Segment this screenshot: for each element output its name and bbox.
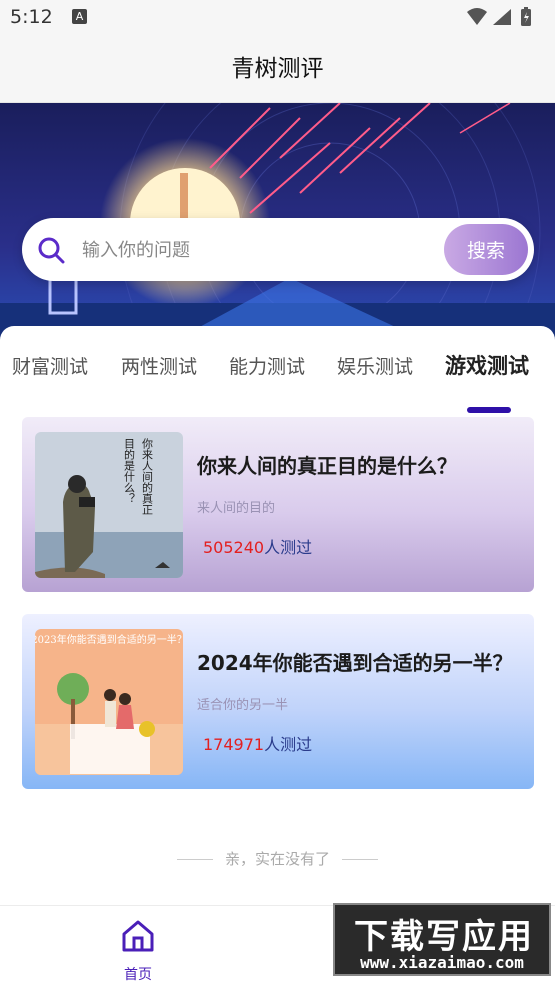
card-subtitle: 来人间的目的 (197, 501, 276, 516)
end-note-text: 亲，实在没有了 (224, 850, 330, 868)
thumb-caption: 2023年你能否遇到合适的另一半？ (35, 633, 183, 646)
tab-wealth[interactable]: 财富测试 (12, 352, 88, 379)
search-icon (38, 237, 65, 264)
watermark-logo: 下载写应用 www.xiazaimao.com (333, 903, 551, 976)
app-header: 青树测评 (0, 36, 555, 103)
search-button[interactable]: 搜索 (444, 224, 528, 275)
home-icon (122, 920, 154, 952)
status-bar: 5:12 A (0, 0, 555, 36)
divider (176, 859, 213, 860)
watermark-url: www.xiazaimao.com (360, 953, 524, 972)
page-title: 青树测评 (231, 56, 324, 82)
card-thumbnail: 你来人间的真正 目的是什么？ (35, 432, 183, 578)
tab-indicator (467, 407, 511, 413)
thumb-text-left: 目的是什么？ (123, 438, 136, 504)
end-of-list-note: 亲，实在没有了 (0, 848, 555, 869)
card-count-suffix: 人测过 (264, 735, 313, 754)
wifi-icon (467, 8, 487, 25)
card-thumbnail: 2023年你能否遇到合适的另一半？ (35, 629, 183, 775)
status-icons (467, 7, 531, 26)
tab-relationship[interactable]: 两性测试 (121, 352, 197, 379)
test-card[interactable]: 2023年你能否遇到合适的另一半？ 2024年你能否遇到合适的另一半？ 适合你的… (22, 614, 534, 789)
nav-home[interactable]: 首页 (110, 916, 166, 982)
watermark-title: 下载写应用 (354, 917, 534, 957)
card-count: 505240人测过 (203, 534, 312, 558)
thumb-text-right: 你来人间的真正 (141, 438, 154, 515)
card-count: 174971人测过 (203, 731, 312, 755)
card-title: 2024年你能否遇到合适的另一半？ (197, 651, 513, 675)
card-count-number: 505240 (203, 538, 265, 557)
tab-entertainment[interactable]: 娱乐测试 (337, 352, 413, 379)
card-count-suffix: 人测过 (264, 538, 313, 557)
tab-ability[interactable]: 能力测试 (229, 352, 305, 379)
category-tabs: 财富测试 两性测试 能力测试 娱乐测试 游戏测试 (0, 344, 555, 413)
tab-game[interactable]: 游戏测试 (445, 350, 529, 380)
test-card[interactable]: 你来人间的真正 目的是什么？ 你来人间的真正目的是什么？ 来人间的目的 5052… (22, 417, 534, 592)
card-title: 你来人间的真正目的是什么？ (197, 454, 457, 478)
search-bar: 搜索 (22, 218, 534, 281)
content-panel: 财富测试 两性测试 能力测试 娱乐测试 游戏测试 你来人间的真正 目的是什么？ … (0, 326, 555, 905)
divider (342, 859, 378, 860)
status-time: 5:12 (10, 6, 53, 28)
card-count-number: 174971 (203, 735, 265, 754)
notification-icon: A (72, 9, 87, 24)
signal-icon (493, 9, 511, 25)
nav-home-label: 首页 (124, 967, 152, 982)
search-input[interactable] (82, 228, 442, 272)
card-subtitle: 适合你的另一半 (197, 698, 289, 713)
